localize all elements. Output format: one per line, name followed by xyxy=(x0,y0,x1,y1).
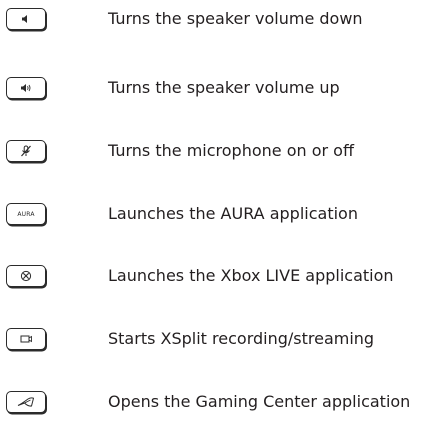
hotkey-row-xbox: Launches the Xbox LIVE application xyxy=(0,264,431,292)
hotkey-description: Launches the Xbox LIVE application xyxy=(108,266,394,285)
hotkey-description: Opens the Gaming Center application xyxy=(108,392,411,411)
volume-down-icon xyxy=(22,15,27,23)
aura-key-label: AURA xyxy=(17,210,35,218)
hotkey-description: Turns the speaker volume down xyxy=(108,9,363,28)
hotkey-row-volume-down: Turns the speaker volume down xyxy=(0,7,431,35)
hotkey-row-gaming-center: Opens the Gaming Center application xyxy=(0,390,431,418)
hotkey-row-xsplit: Starts XSplit recording/streaming xyxy=(0,327,431,355)
hotkey-description: Turns the microphone on or off xyxy=(108,141,354,160)
xbox-key xyxy=(6,265,46,287)
aura-key: AURA xyxy=(6,203,46,225)
gaming-center-key xyxy=(6,391,46,413)
record-icon xyxy=(20,335,32,343)
microphone-key xyxy=(6,140,46,162)
hotkey-row-aura: AURA Launches the AURA application xyxy=(0,202,431,230)
hotkey-description: Launches the AURA application xyxy=(108,204,358,223)
hotkey-description: Turns the speaker volume up xyxy=(108,78,340,97)
microphone-mute-icon xyxy=(21,145,31,157)
xbox-icon xyxy=(20,270,32,282)
volume-up-icon xyxy=(21,84,31,92)
hotkey-row-volume-up: Turns the speaker volume up xyxy=(0,76,431,104)
hotkey-description: Starts XSplit recording/streaming xyxy=(108,329,375,348)
rog-logo-icon xyxy=(17,397,35,407)
volume-down-key xyxy=(6,8,46,30)
volume-up-key xyxy=(6,77,46,99)
hotkey-row-microphone: Turns the microphone on or off xyxy=(0,139,431,167)
xsplit-key xyxy=(6,328,46,350)
